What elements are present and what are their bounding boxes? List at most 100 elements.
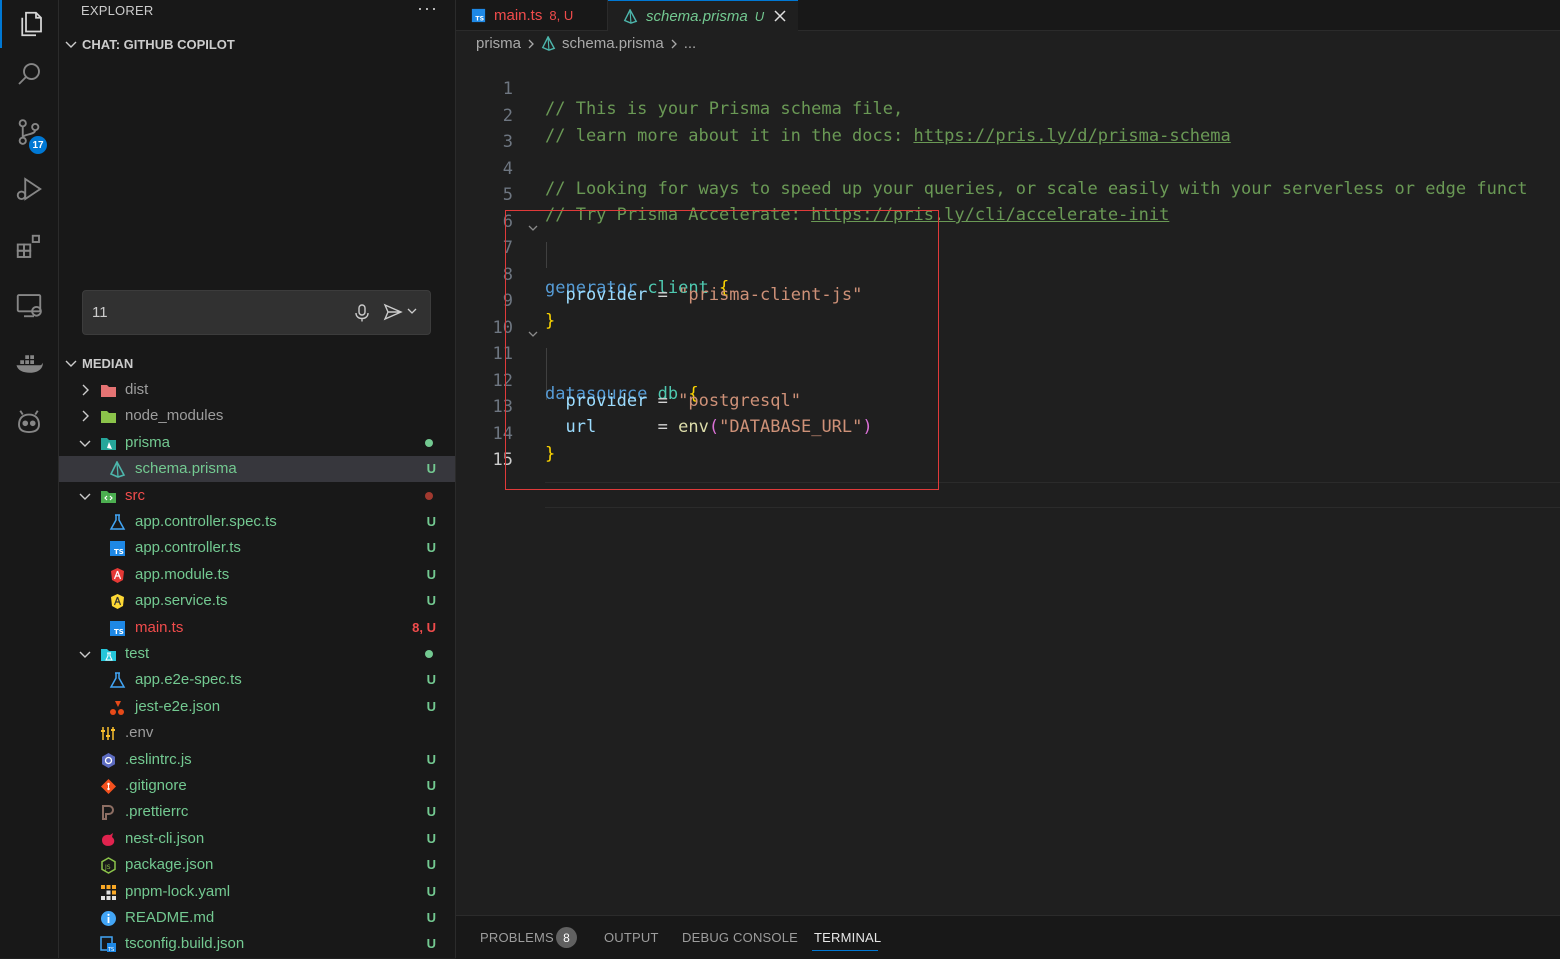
tree-label: pnpm-lock.yaml bbox=[125, 883, 231, 900]
tab-debug-console[interactable]: DEBUG CONSOLE bbox=[682, 930, 798, 945]
typescript-icon: TS bbox=[110, 621, 125, 636]
breadcrumb-file[interactable]: schema.prisma bbox=[562, 35, 664, 52]
git-status: U bbox=[426, 540, 436, 555]
tree-file-readme[interactable]: README.md U bbox=[59, 905, 455, 931]
tree-file-app-service[interactable]: app.service.ts U bbox=[59, 588, 455, 614]
tab-main-ts[interactable]: TS main.ts 8, U bbox=[456, 0, 608, 30]
tree-folder-src[interactable]: src bbox=[59, 483, 455, 509]
copilot-icon[interactable] bbox=[0, 398, 58, 446]
tab-status: U bbox=[754, 8, 765, 24]
remote-explorer-icon[interactable] bbox=[0, 281, 58, 329]
current-line-highlight bbox=[545, 482, 1560, 508]
tab-label: schema.prisma bbox=[646, 7, 748, 25]
bottom-panel: PROBLEMS 8 OUTPUT DEBUG CONSOLE TERMINAL bbox=[456, 915, 1560, 959]
tree-file-pnpm-lock[interactable]: pnpm-lock.yaml U bbox=[59, 879, 455, 905]
tree-file-jest-e2e[interactable]: jest-e2e.json U bbox=[59, 694, 455, 720]
svg-text:TS: TS bbox=[114, 548, 124, 556]
nest-service-icon bbox=[111, 594, 124, 609]
explorer-title: EXPLORER bbox=[81, 3, 154, 18]
tree-file-app-controller-spec[interactable]: app.controller.spec.ts U bbox=[59, 509, 455, 535]
jest-icon bbox=[110, 701, 124, 715]
problems-count-badge: 8 bbox=[556, 927, 577, 948]
tree-file-package-json[interactable]: JS package.json U bbox=[59, 852, 455, 878]
git-status: U bbox=[426, 461, 436, 476]
extensions-icon[interactable] bbox=[0, 223, 58, 271]
chat-input[interactable]: 11 bbox=[82, 290, 431, 335]
git-status: U bbox=[426, 936, 436, 951]
git-status: U bbox=[426, 752, 436, 767]
close-icon[interactable] bbox=[774, 10, 786, 22]
tree-file-eslintrc[interactable]: .eslintrc.js U bbox=[59, 747, 455, 773]
typescript-icon: TS bbox=[471, 8, 486, 22]
code-line: 3 bbox=[456, 109, 1560, 152]
breadcrumb-folder[interactable]: prisma bbox=[476, 35, 521, 52]
code-line: 7 generator client { bbox=[456, 215, 1560, 298]
tree-folder-prisma[interactable]: prisma bbox=[59, 430, 455, 456]
tab-problems[interactable]: PROBLEMS bbox=[480, 930, 554, 945]
chat-section-header[interactable]: CHAT: GITHUB COPILOT bbox=[63, 33, 235, 55]
tab-output[interactable]: OUTPUT bbox=[604, 930, 659, 945]
git-status: U bbox=[426, 831, 436, 846]
svg-text:TS: TS bbox=[114, 628, 124, 636]
explorer-sidebar: EXPLORER ··· CHAT: GITHUB COPILOT 11 MED… bbox=[59, 0, 456, 958]
tree-label: schema.prisma bbox=[135, 460, 237, 477]
tree-label: .env bbox=[125, 724, 154, 741]
tree-file-app-e2e-spec[interactable]: app.e2e-spec.ts U bbox=[59, 667, 455, 693]
search-icon[interactable] bbox=[0, 50, 58, 98]
fold-chevron-icon[interactable] bbox=[526, 221, 540, 235]
chevron-down-icon bbox=[79, 651, 91, 658]
active-tab-indicator bbox=[812, 950, 878, 951]
tree-file-env[interactable]: .env bbox=[59, 720, 455, 746]
workspace-section-header[interactable]: MEDIAN bbox=[63, 352, 133, 374]
tree-file-gitignore[interactable]: .gitignore U bbox=[59, 773, 455, 799]
breadcrumb-more[interactable]: ... bbox=[684, 35, 697, 52]
tree-label: main.ts bbox=[135, 619, 184, 636]
tree-label: app.e2e-spec.ts bbox=[135, 671, 242, 688]
chevron-right-icon bbox=[82, 410, 89, 422]
chevron-down-icon bbox=[65, 360, 77, 367]
tree-label: app.service.ts bbox=[135, 592, 228, 609]
tab-schema-prisma[interactable]: schema.prisma U bbox=[608, 0, 798, 31]
source-control-icon[interactable]: 17 bbox=[0, 108, 58, 156]
tree-file-schema-prisma[interactable]: schema.prisma U bbox=[59, 456, 455, 482]
chevron-down-icon bbox=[79, 440, 91, 447]
tree-file-tsconfig-build[interactable]: TS tsconfig.build.json U bbox=[59, 931, 455, 957]
chevron-down-icon[interactable] bbox=[406, 305, 418, 317]
tree-folder-node-modules[interactable]: node_modules bbox=[59, 403, 455, 429]
tree-file-prettierrc[interactable]: .prettierrc U bbox=[59, 799, 455, 825]
chevron-right-icon bbox=[528, 39, 534, 48]
git-status: U bbox=[426, 593, 436, 608]
code-line: 1 // This is your Prisma schema file, bbox=[456, 56, 1560, 119]
tree-label: src bbox=[125, 487, 145, 504]
chat-section-title: CHAT: GITHUB COPILOT bbox=[82, 36, 235, 52]
code-line: 13 url = env("DATABASE_URL") bbox=[456, 374, 1560, 437]
svg-text:TS: TS bbox=[475, 15, 484, 22]
fold-chevron-icon[interactable] bbox=[526, 327, 540, 341]
tree-folder-dist[interactable]: dist bbox=[59, 377, 455, 403]
tree-file-main[interactable]: TS main.ts 8, U bbox=[59, 615, 455, 641]
more-actions-icon[interactable]: ··· bbox=[417, 0, 438, 19]
send-icon[interactable] bbox=[383, 303, 403, 321]
tab-terminal[interactable]: TERMINAL bbox=[814, 930, 881, 945]
tab-status: 8, U bbox=[549, 7, 574, 23]
editor-area: TS main.ts 8, U schema.prisma U prisma s… bbox=[456, 0, 1560, 958]
git-status: U bbox=[426, 699, 436, 714]
nestjs-icon bbox=[102, 833, 115, 846]
tree-label: dist bbox=[125, 381, 149, 398]
microphone-icon[interactable] bbox=[353, 303, 371, 323]
git-status: U bbox=[426, 514, 436, 529]
tree-file-app-module[interactable]: app.module.ts U bbox=[59, 562, 455, 588]
docker-icon[interactable] bbox=[0, 340, 58, 388]
typescript-icon: TS bbox=[110, 541, 125, 556]
git-status: 8, U bbox=[412, 620, 436, 635]
explorer-icon[interactable] bbox=[0, 0, 60, 48]
source-control-badge: 17 bbox=[29, 136, 47, 154]
tree-label: prisma bbox=[125, 434, 171, 451]
git-status: U bbox=[426, 778, 436, 793]
run-debug-icon[interactable] bbox=[0, 165, 58, 213]
chat-input-value[interactable]: 11 bbox=[92, 304, 108, 321]
tree-label: app.controller.spec.ts bbox=[135, 513, 277, 530]
tree-folder-test[interactable]: test bbox=[59, 641, 455, 667]
tree-file-app-controller[interactable]: TS app.controller.ts U bbox=[59, 535, 455, 561]
tree-file-nest-cli[interactable]: nest-cli.json U bbox=[59, 826, 455, 852]
